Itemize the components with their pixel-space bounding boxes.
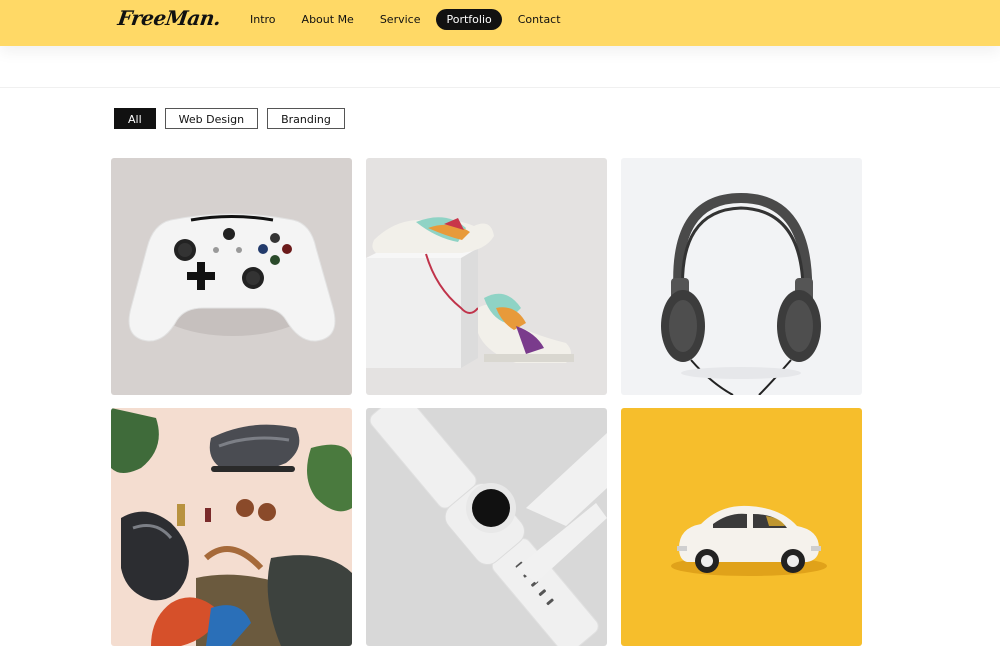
portfolio-item-sneakers[interactable] [366, 158, 607, 395]
nav-item-intro[interactable]: Intro [240, 9, 286, 30]
sneakers-image [366, 158, 607, 395]
portfolio-item-toy-car[interactable] [621, 408, 862, 646]
filter-branding-button[interactable]: Branding [267, 108, 345, 129]
filter-all-button[interactable]: All [114, 108, 156, 129]
site-logo[interactable]: FreeMan. [116, 6, 222, 30]
portfolio-item-controller[interactable] [111, 158, 352, 395]
headphones-image [621, 158, 862, 395]
top-navbar: FreeMan. Intro About Me Service Portfoli… [0, 0, 1000, 46]
controller-image [111, 158, 352, 395]
flatlay-image [111, 408, 352, 646]
portfolio-item-flatlay[interactable] [111, 408, 352, 646]
toy-car-image [621, 408, 862, 646]
smartwatch-image [366, 408, 607, 646]
portfolio-item-smartwatch[interactable] [366, 408, 607, 646]
nav-item-contact[interactable]: Contact [508, 9, 571, 30]
nav-item-portfolio[interactable]: Portfolio [436, 9, 502, 30]
nav-item-about-me[interactable]: About Me [292, 9, 364, 30]
portfolio-item-headphones[interactable] [621, 158, 862, 395]
portfolio-filters: All Web Design Branding [114, 108, 354, 129]
section-divider [0, 87, 1000, 88]
nav-item-service[interactable]: Service [370, 9, 431, 30]
filter-web-design-button[interactable]: Web Design [164, 108, 259, 129]
main-nav: Intro About Me Service Portfolio Contact [240, 9, 577, 30]
